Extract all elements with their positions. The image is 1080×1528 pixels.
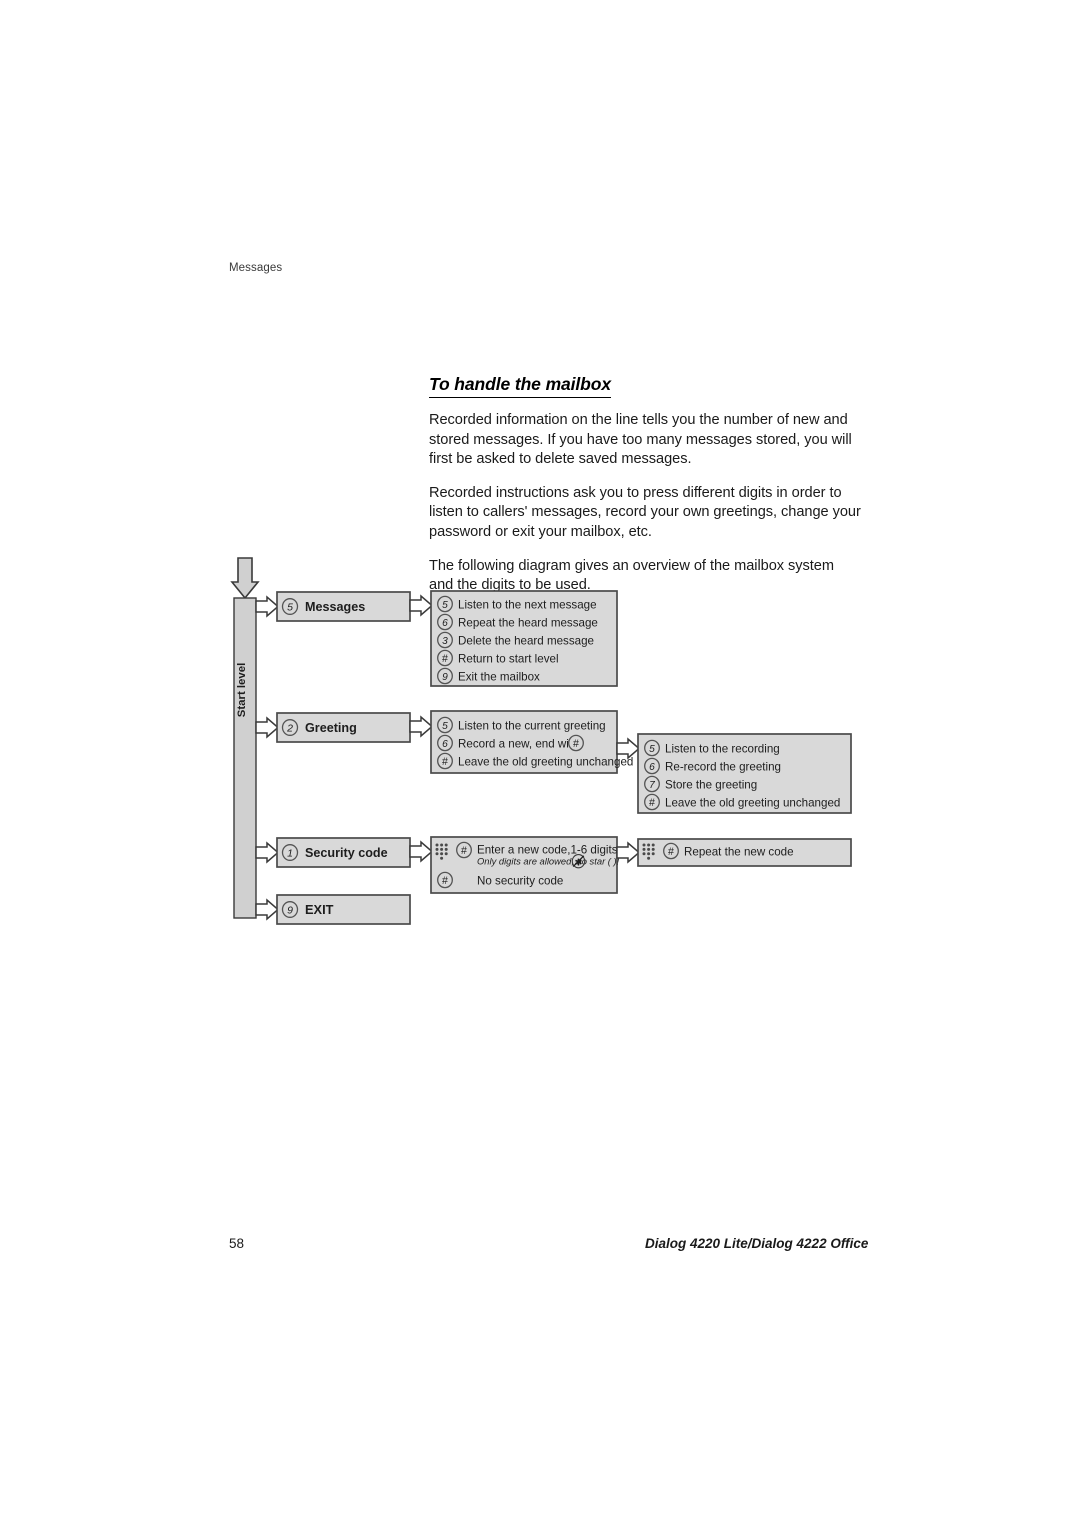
option-text: Leave the old greeting unchanged [665, 796, 840, 809]
key-label: 5 [442, 721, 448, 732]
option-row[interactable]: 5 Listen to the next message [437, 595, 597, 613]
option-text: Listen to the recording [665, 742, 780, 755]
key-label: 9 [287, 905, 293, 917]
option-row[interactable]: 5 Listen to the recording [644, 739, 780, 757]
key-label: 5 [649, 744, 655, 755]
option-row[interactable]: # Repeat the new code [663, 842, 794, 860]
option-text: Listen to the next message [458, 598, 597, 611]
key-label: 5 [442, 600, 448, 611]
key-label: # [461, 845, 467, 857]
menu-box-greeting[interactable]: 2 Greeting [276, 712, 411, 743]
option-row[interactable]: 6 Repeat the heard message [437, 613, 598, 631]
key-label: 5 [287, 602, 293, 614]
option-text: Leave the old greeting unchanged [458, 755, 633, 768]
key-label: # [442, 653, 448, 665]
paragraph-1: Recorded information on the line tells y… [429, 412, 852, 468]
mailbox-flow-diagram: Start level 5 Messages 5 Listen to the n… [229, 556, 869, 946]
key-label: 6 [442, 739, 448, 750]
page-number: 58 [229, 1236, 245, 1251]
key-label: # [649, 797, 655, 809]
start-level-bar: Start level [233, 597, 257, 919]
option-row[interactable]: # Leave the old greeting unchanged [644, 793, 841, 811]
option-row[interactable]: # Enter a new code,1-6 digits Only digit… [456, 841, 620, 869]
connector-security-detail [409, 840, 434, 863]
key-label: 9 [442, 672, 448, 683]
detail-box-greeting-options: 5 Listen to the current greeting 6 Recor… [430, 710, 634, 774]
key-badge-5: 5 [281, 598, 299, 615]
menu-box-security-code[interactable]: 1 Security code [276, 837, 411, 868]
option-text: No security code [477, 874, 563, 887]
option-row[interactable]: # Leave the old greeting unchanged [437, 752, 634, 770]
menu-label-greeting: Greeting [305, 721, 357, 735]
detail-box-repeat-new-code: # Repeat the new code [637, 838, 852, 867]
option-row[interactable]: 6 Re-record the greeting [644, 757, 781, 775]
start-level-label: Start level [236, 663, 248, 717]
menu-label-exit: EXIT [305, 902, 334, 917]
key-badge-9: 9 [281, 901, 299, 918]
option-row[interactable]: 6 Record a new, end with # [437, 734, 584, 752]
key-label: # [442, 756, 448, 768]
key-label: 2 [286, 723, 293, 735]
option-note: Only digits are allowed, no star ( )! [477, 856, 620, 867]
connector-greeting-detail [409, 715, 434, 738]
page-title: To handle the mailbox [429, 374, 611, 398]
menu-box-exit[interactable]: 9 EXIT [276, 894, 411, 925]
key-label: 6 [442, 618, 448, 629]
key-label: # [668, 846, 674, 858]
option-row[interactable]: 3 Delete the heard message [437, 631, 594, 649]
detail-box-greeting-recording: 5 Listen to the recording 6 Re-record th… [637, 733, 852, 814]
key-label: # [442, 875, 448, 887]
paragraph-2: Recorded instructions ask you to press d… [429, 484, 861, 540]
option-text: Return to start level [458, 652, 559, 665]
connector-messages-detail [409, 594, 434, 617]
option-text: Re-record the greeting [665, 760, 781, 773]
option-text: Listen to the current greeting [458, 719, 606, 732]
option-row[interactable]: 5 Listen to the current greeting [437, 716, 606, 734]
running-head: Messages [229, 262, 283, 274]
connector-security-repeat [616, 841, 641, 864]
option-text: Repeat the heard message [458, 616, 598, 629]
menu-label-messages: Messages [305, 600, 365, 614]
key-label: 3 [442, 636, 448, 647]
footer-title: Dialog 4220 Lite/Dialog 4222 Office [645, 1236, 869, 1251]
detail-box-messages-options: 5 Listen to the next message 6 Repeat th… [430, 590, 618, 687]
key-label: 7 [649, 780, 655, 791]
key-label: 6 [649, 762, 655, 773]
key-badge-1: 1 [281, 844, 299, 861]
start-arrow-icon [230, 557, 260, 600]
menu-box-messages[interactable]: 5 Messages [276, 591, 411, 622]
key-label: 1 [287, 848, 293, 860]
menu-label-security-code: Security code [305, 846, 388, 860]
option-text: Repeat the new code [684, 845, 794, 858]
branch-connectors [255, 595, 280, 921]
inline-key-badge-hash: # [568, 734, 584, 752]
option-text: Delete the heard message [458, 634, 594, 647]
key-label: # [573, 738, 579, 750]
key-badge-2: 2 [281, 719, 299, 736]
option-text: Store the greeting [665, 778, 757, 791]
option-text: Exit the mailbox [458, 670, 540, 683]
detail-box-security-options: # Enter a new code,1-6 digits Only digit… [430, 836, 620, 894]
option-text: Record a new, end with [458, 737, 579, 750]
